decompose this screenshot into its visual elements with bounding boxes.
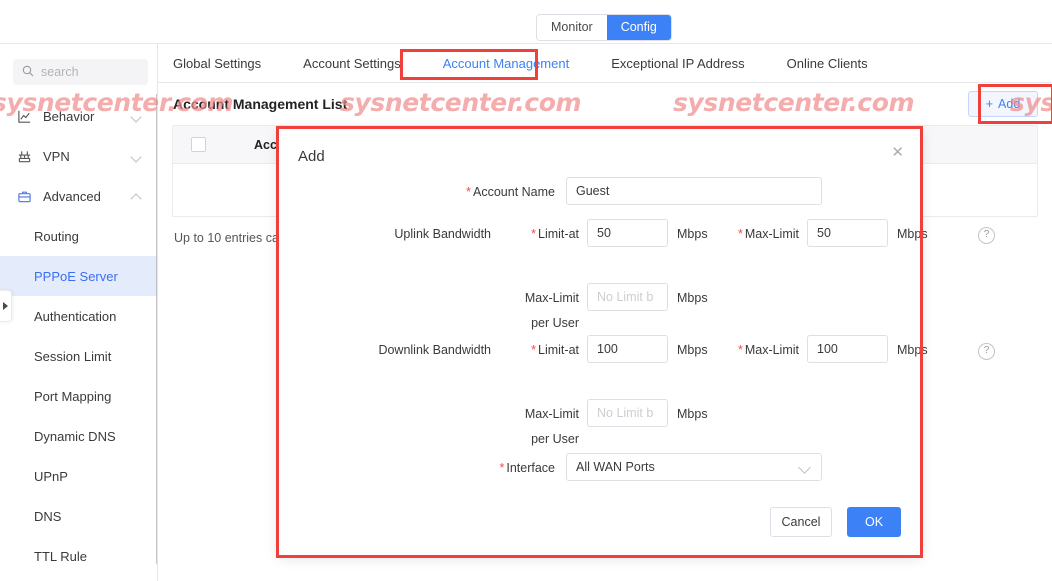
sidebar-item-upnp[interactable]: UPnP bbox=[0, 456, 157, 496]
field-uplink-per-user: Max-Limit per User Mbps bbox=[279, 261, 920, 330]
interface-label: * Interface bbox=[499, 461, 555, 475]
field-account-name: * Account Name bbox=[279, 177, 920, 207]
uplink-max-limit-label: * Max-Limit bbox=[737, 227, 799, 241]
sidebar-item-dynamic-dns[interactable]: Dynamic DNS bbox=[0, 416, 157, 456]
required-marker: * bbox=[499, 461, 505, 475]
tab-account-management[interactable]: Account Management bbox=[443, 44, 569, 83]
uplink-bandwidth-label: Uplink Bandwidth bbox=[394, 227, 491, 241]
tab-global-settings[interactable]: Global Settings bbox=[173, 44, 261, 83]
sidebar-item-session-limit[interactable]: Session Limit bbox=[0, 336, 157, 376]
select-all-checkbox[interactable] bbox=[191, 137, 206, 152]
uplink-per-user-input[interactable] bbox=[587, 283, 668, 311]
mode-toggle[interactable]: Monitor Config bbox=[537, 15, 671, 40]
downlink-limit-at-input[interactable] bbox=[587, 335, 668, 363]
required-marker: * bbox=[466, 185, 472, 199]
uplink-limit-at-label: * Limit-at bbox=[531, 227, 579, 241]
sidebar-item-authentication[interactable]: Authentication bbox=[0, 296, 157, 336]
mode-button-config[interactable]: Config bbox=[606, 15, 671, 40]
sidebar-group-label: Behavior bbox=[43, 108, 95, 124]
sidebar-group-label: Advanced bbox=[43, 188, 101, 204]
sidebar: search Behavior VPN Advanced Routing PPP… bbox=[0, 44, 158, 581]
ok-button[interactable]: OK bbox=[847, 507, 901, 537]
uplink-max-limit-input[interactable] bbox=[807, 219, 888, 247]
sidebar-nav: Behavior VPN Advanced Routing PPPoE Serv… bbox=[0, 96, 157, 576]
question-icon[interactable]: ? bbox=[978, 227, 995, 244]
chart-icon bbox=[17, 109, 34, 124]
chevron-up-icon bbox=[130, 193, 142, 205]
required-marker: * bbox=[737, 343, 743, 357]
required-marker: * bbox=[531, 343, 537, 357]
uplink-limit-at-unit: Mbps bbox=[677, 227, 708, 241]
sidebar-item-port-mapping[interactable]: Port Mapping bbox=[0, 376, 157, 416]
vpn-icon bbox=[17, 149, 34, 164]
downlink-max-limit-input[interactable] bbox=[807, 335, 888, 363]
sidebar-collapse-toggle[interactable] bbox=[0, 290, 12, 322]
sidebar-item-routing[interactable]: Routing bbox=[0, 216, 157, 256]
downlink-per-user-unit: Mbps bbox=[677, 407, 708, 421]
downlink-per-user-input[interactable] bbox=[587, 399, 668, 427]
uplink-per-user-unit: Mbps bbox=[677, 291, 708, 305]
cancel-button[interactable]: Cancel bbox=[770, 507, 832, 537]
sidebar-item-ttl-rule[interactable]: TTL Rule bbox=[0, 536, 157, 576]
tab-exceptional-ip-address[interactable]: Exceptional IP Address bbox=[611, 44, 744, 83]
add-button-label: Add bbox=[998, 97, 1021, 111]
chevron-down-icon bbox=[130, 111, 142, 123]
account-name-label: * Account Name bbox=[466, 185, 555, 199]
page-title: Account Management List bbox=[173, 96, 348, 112]
uplink-max-limit-unit: Mbps bbox=[897, 227, 928, 241]
tab-account-settings[interactable]: Account Settings bbox=[303, 44, 401, 83]
sidebar-group-advanced[interactable]: Advanced bbox=[0, 176, 157, 216]
top-bar: Monitor Config bbox=[0, 0, 1052, 44]
field-downlink-bandwidth: Downlink Bandwidth *Limit-at Mbps *Max-L… bbox=[279, 335, 995, 365]
sidebar-group-vpn[interactable]: VPN bbox=[0, 136, 157, 176]
dialog-footer: Cancel OK bbox=[279, 493, 920, 555]
plus-icon: + bbox=[985, 97, 994, 111]
downlink-limit-at-label: * Limit-at bbox=[531, 343, 579, 357]
interface-selected-value: All WAN Ports bbox=[576, 460, 655, 474]
field-downlink-per-user: Max-Limit per User Mbps bbox=[279, 377, 920, 446]
uplink-limit-at-input[interactable] bbox=[587, 219, 668, 247]
downlink-per-user-label-line2: per User bbox=[531, 432, 579, 446]
interface-select[interactable]: All WAN Ports bbox=[566, 453, 822, 481]
add-button[interactable]: + Add bbox=[968, 91, 1038, 117]
sidebar-group-label: VPN bbox=[43, 148, 70, 164]
search-input[interactable]: search bbox=[13, 59, 148, 85]
sidebar-item-pppoe-server[interactable]: PPPoE Server bbox=[0, 256, 157, 296]
close-icon[interactable]: ✕ bbox=[891, 145, 904, 160]
list-header: Account Management List + Add bbox=[158, 83, 1052, 125]
chevron-down-icon bbox=[130, 151, 142, 163]
sidebar-item-dns[interactable]: DNS bbox=[0, 496, 157, 536]
field-uplink-bandwidth: Uplink Bandwidth *Limit-at Mbps *Max-Lim… bbox=[279, 219, 995, 249]
required-marker: * bbox=[737, 227, 743, 241]
sidebar-group-behavior[interactable]: Behavior bbox=[0, 96, 157, 136]
content-tabbar: Global Settings Account Settings Account… bbox=[158, 44, 1052, 83]
account-name-input[interactable] bbox=[566, 177, 822, 205]
search-placeholder: search bbox=[41, 65, 79, 79]
briefcase-icon bbox=[17, 189, 34, 204]
add-account-dialog: Add ✕ *Account Name Uplink Bandwidth *Li… bbox=[279, 129, 995, 555]
tab-online-clients[interactable]: Online Clients bbox=[787, 44, 868, 83]
field-interface: * Interface All WAN Ports bbox=[279, 453, 920, 483]
uplink-per-user-label-line2: per User bbox=[531, 316, 579, 330]
downlink-max-limit-label: * Max-Limit bbox=[737, 343, 799, 357]
search-icon bbox=[22, 65, 34, 80]
downlink-max-limit-unit: Mbps bbox=[897, 343, 928, 357]
dialog-title: Add bbox=[298, 148, 325, 165]
mode-button-monitor[interactable]: Monitor bbox=[537, 15, 607, 40]
dialog-body: *Account Name Uplink Bandwidth *Limit-at… bbox=[279, 177, 995, 495]
downlink-limit-at-unit: Mbps bbox=[677, 343, 708, 357]
question-icon[interactable]: ? bbox=[978, 343, 995, 360]
required-marker: * bbox=[531, 227, 537, 241]
downlink-bandwidth-label: Downlink Bandwidth bbox=[378, 343, 491, 357]
caret-right-icon bbox=[3, 302, 8, 310]
